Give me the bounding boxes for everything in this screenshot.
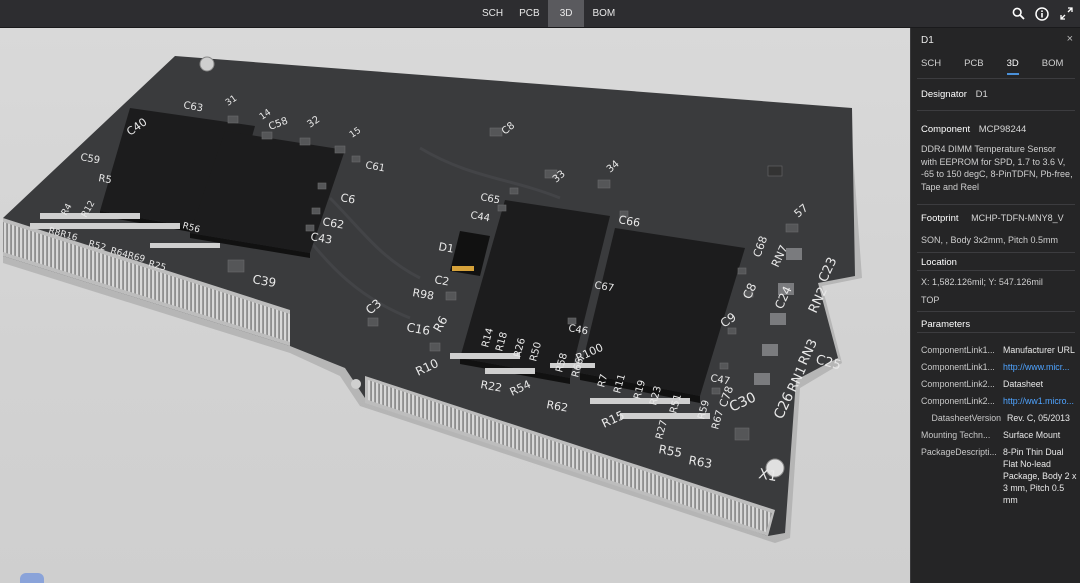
parameter-value: Manufacturer URL xyxy=(1003,345,1075,355)
close-icon[interactable]: × xyxy=(1067,33,1073,45)
top-toolbar: SCH PCB 3D BOM xyxy=(0,0,1080,28)
parameters-label: Parameters xyxy=(921,319,971,330)
parameter-key: ComponentLink1... xyxy=(921,345,995,355)
pcb-3d-render: C63 31 14 C40 C58 32 15 C59 R5 C61 C6 C6… xyxy=(3,56,862,543)
panel-tab-3d[interactable]: 3D xyxy=(1006,58,1019,75)
parameter-key: ComponentLink1... xyxy=(921,362,995,372)
parameter-key: DatasheetVersion xyxy=(931,413,1001,423)
divider xyxy=(917,311,1075,312)
component-description: DDR4 DIMM Temperature Sensor with EEPROM… xyxy=(921,144,1073,192)
location-side: TOP xyxy=(921,295,940,305)
view-tabs: SCH PCB 3D BOM xyxy=(474,0,623,27)
footprint-label: Footprint xyxy=(921,213,959,224)
parameter-key: Mounting Techn... xyxy=(921,430,991,440)
panel-tab-pcb[interactable]: PCB xyxy=(964,58,984,75)
ref-d1: D1 xyxy=(437,240,454,255)
ref-r5: R5 xyxy=(97,173,112,186)
designator-label: Designator xyxy=(921,89,967,100)
fullscreen-icon[interactable] xyxy=(1058,6,1074,22)
parameters-list: ComponentLink1... Manufacturer URL Compo… xyxy=(921,344,1079,511)
parameter-row: PackageDescripti... 8-Pin Thin Dual Flat… xyxy=(921,446,1079,506)
footprint-value: MCHP-TDFN-MNY8_V xyxy=(971,213,1064,223)
panel-tab-bom[interactable]: BOM xyxy=(1042,58,1064,75)
panel-tabs: SCH PCB 3D BOM xyxy=(917,58,1080,75)
footprint-description: SON, , Body 3x2mm, Pitch 0.5mm xyxy=(921,235,1059,245)
parameter-value: Datasheet xyxy=(1003,379,1044,389)
datasheet-link[interactable]: http://ww1.micro... xyxy=(1003,395,1079,407)
component-row: Component MCP98244 xyxy=(921,124,1026,135)
parameter-key: ComponentLink2... xyxy=(921,379,995,389)
3d-viewport[interactable]: C63 31 14 C40 C58 32 15 C59 R5 C61 C6 C6… xyxy=(0,28,910,583)
component-label: Component xyxy=(921,124,971,135)
parameter-key: PackageDescripti... xyxy=(921,447,997,457)
designator-row: Designator D1 xyxy=(921,89,988,100)
ref-c2: C2 xyxy=(433,273,450,288)
manufacturer-url-link[interactable]: http://www.micr... xyxy=(1003,361,1079,373)
ref-c6: C6 xyxy=(339,191,356,206)
divider xyxy=(917,78,1075,79)
parameter-row: ComponentLink1... http://www.micr... xyxy=(921,361,1079,373)
panel-title: D1 xyxy=(921,35,934,46)
view-cube-icon[interactable] xyxy=(20,573,44,583)
component-value: MCP98244 xyxy=(978,124,1027,135)
location-label: Location xyxy=(921,257,957,268)
divider xyxy=(917,270,1075,271)
parameter-value: 8-Pin Thin Dual Flat No-lead Package, Bo… xyxy=(1003,447,1077,505)
parameter-row: DatasheetVersion Rev. C, 05/2013 xyxy=(921,412,1079,424)
footprint-row: Footprint MCHP-TDFN-MNY8_V xyxy=(921,213,1064,224)
parameter-value: Surface Mount xyxy=(1003,430,1061,440)
panel-tab-sch[interactable]: SCH xyxy=(921,58,941,75)
parameter-row: Mounting Techn... Surface Mount xyxy=(921,429,1079,441)
parameter-value: Rev. C, 05/2013 xyxy=(1007,413,1070,423)
toolbar-icons xyxy=(1010,0,1074,27)
divider xyxy=(917,332,1075,333)
search-icon[interactable] xyxy=(1010,6,1026,22)
tab-sch[interactable]: SCH xyxy=(474,0,511,27)
tab-3d[interactable]: 3D xyxy=(547,0,585,27)
ref-x1: X1 xyxy=(757,466,778,485)
tab-bom[interactable]: BOM xyxy=(584,0,623,27)
divider xyxy=(917,252,1075,253)
properties-panel: D1 × SCH PCB 3D BOM Designator D1 Compon… xyxy=(910,28,1080,583)
location-value: X: 1,582.126mil; Y: 547.126mil xyxy=(921,277,1043,287)
parameter-row: ComponentLink2... http://ww1.micro... xyxy=(921,395,1079,407)
parameter-key: ComponentLink2... xyxy=(921,396,995,406)
info-icon[interactable] xyxy=(1034,6,1050,22)
divider xyxy=(917,110,1075,111)
parameter-row: ComponentLink2... Datasheet xyxy=(921,378,1079,390)
tab-pcb[interactable]: PCB xyxy=(511,0,548,27)
designator-value: D1 xyxy=(975,89,988,100)
parameter-row: ComponentLink1... Manufacturer URL xyxy=(921,344,1079,356)
divider xyxy=(917,204,1075,205)
